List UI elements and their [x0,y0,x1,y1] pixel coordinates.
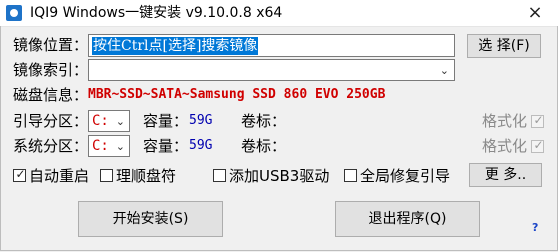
repair-boot-checkbox[interactable] [344,169,357,182]
boot-capacity-value: 59G [189,113,213,128]
exit-button[interactable]: 退出程序(Q) [335,201,480,237]
image-location-label: 镜像位置： [13,36,89,54]
disk-info-value: MBR~SSD~SATA~Samsung SSD 860 EVO 250GB [88,87,386,102]
boot-capacity-label: 容量： [143,112,189,130]
boot-volume-label: 卷标： [241,112,287,130]
system-capacity-value: 59G [189,138,213,153]
add-usb3-label[interactable]: 添加USB3驱动 [229,166,329,186]
boot-format-label: 格式化 [482,112,528,130]
system-format-label: 格式化 [482,137,528,155]
fix-drive-letter-checkbox[interactable] [100,169,113,182]
title-bar: IQI9 Windows一键安装 v9.10.0.8 x64 × [0,0,558,27]
auto-restart-label[interactable]: 自动重启 [29,166,89,186]
auto-restart-checkbox[interactable]: ✓ [13,167,26,182]
system-capacity-label: 容量： [143,137,189,155]
chevron-down-icon: ⌄ [115,115,125,128]
image-location-value: 按住Ctrl点[选择]搜索镜像 [92,37,259,55]
app-icon [6,5,22,21]
disk-info-label: 磁盘信息： [13,86,89,104]
close-button[interactable]: × [512,0,558,26]
system-format-checkbox[interactable]: ✓ [531,138,544,153]
boot-partition-drive: C: [92,113,109,129]
chevron-down-icon: ⌄ [115,140,125,153]
boot-partition-label: 引导分区： [13,112,89,130]
boot-format-checkbox[interactable]: ✓ [531,113,544,128]
system-partition-select[interactable]: C: ⌄ [88,135,130,157]
image-index-label: 镜像索引： [13,61,89,79]
choose-button[interactable]: 选 择(F) [467,34,541,58]
boot-partition-select[interactable]: C: ⌄ [88,110,130,132]
help-icon[interactable]: ? [532,221,538,234]
fix-drive-letter-label[interactable]: 理顺盘符 [116,166,176,186]
repair-boot-label[interactable]: 全局修复引导 [360,166,450,186]
system-partition-label: 系统分区： [13,137,89,155]
start-install-button[interactable]: 开始安装(S) [78,201,223,237]
image-index-select[interactable]: ⌄ [88,59,455,81]
system-partition-drive: C: [92,138,109,154]
add-usb3-checkbox[interactable] [213,169,226,182]
image-location-field[interactable]: 按住Ctrl点[选择]搜索镜像 [88,34,455,57]
more-button[interactable]: 更 多.. [469,163,542,187]
chevron-down-icon: ⌄ [439,64,449,77]
system-volume-label: 卷标： [241,137,287,155]
window-title: IQI9 Windows一键安装 v9.10.0.8 x64 [30,5,283,21]
